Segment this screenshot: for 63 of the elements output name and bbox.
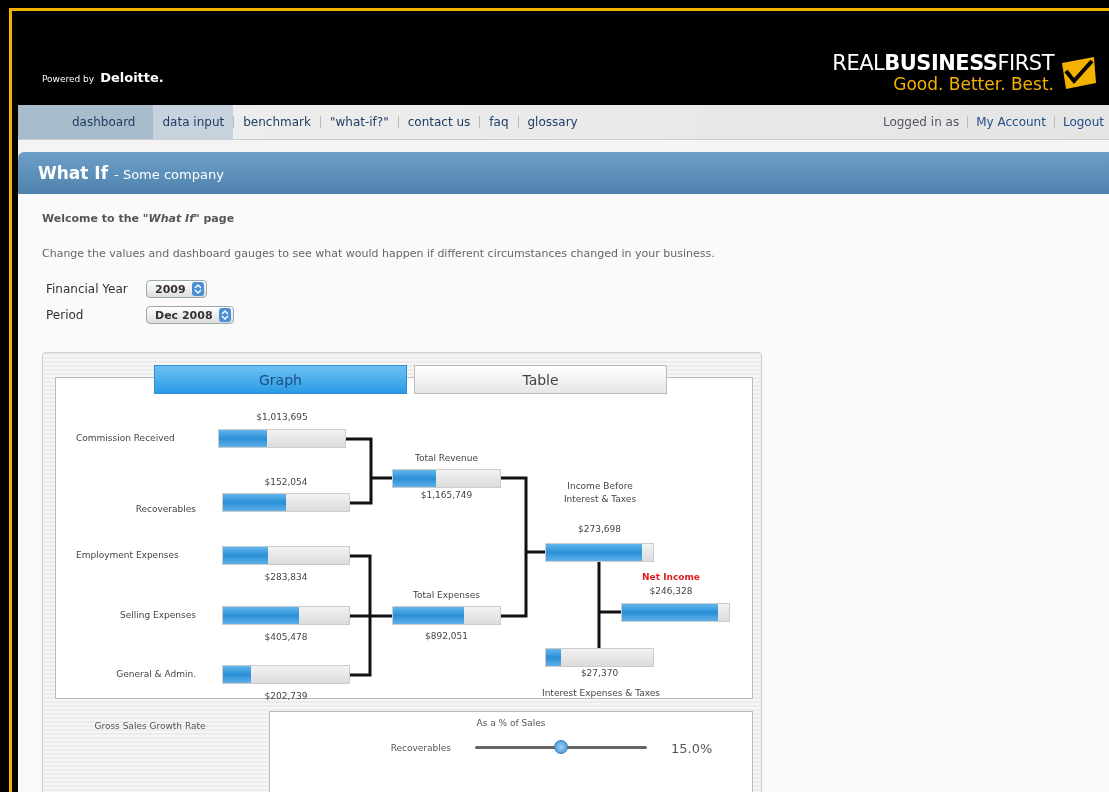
logo-tagline: Good. Better. Best. bbox=[893, 76, 1054, 93]
gauge-value: $1,165,749 bbox=[419, 489, 474, 502]
stepper-icon bbox=[191, 282, 204, 296]
gauge-label: General & Admin. bbox=[116, 668, 196, 681]
intro-text: Change the values and dashboard gauges to see what would happen if different circumstances changed in your business. bbox=[42, 247, 716, 260]
gauge-bar[interactable] bbox=[222, 665, 350, 684]
gauge-label: Selling Expenses bbox=[120, 609, 196, 622]
nav-tab[interactable]: faq bbox=[480, 105, 518, 139]
gauge-value: $283,834 bbox=[263, 571, 309, 584]
gauge-label: Recoverables bbox=[135, 503, 196, 516]
view-tab[interactable]: Table bbox=[414, 365, 667, 394]
login-status: Logged in as bbox=[882, 115, 960, 129]
nav-tab[interactable]: data input bbox=[153, 105, 234, 139]
filter-select[interactable]: 2009 bbox=[146, 280, 207, 298]
connector-line bbox=[344, 437, 394, 505]
gauge-bar[interactable] bbox=[222, 546, 350, 565]
gauge-label: Total Revenue bbox=[413, 452, 480, 465]
company-name: - Some company bbox=[114, 166, 224, 184]
page-title: What If bbox=[38, 162, 109, 185]
growth-title: Gross Sales Growth Rate bbox=[94, 721, 206, 733]
gauge-bar[interactable] bbox=[621, 603, 730, 622]
slider-reading: 15.0% bbox=[671, 740, 714, 756]
sales-share-title: As a % of Sales bbox=[476, 718, 546, 728]
percent-slider[interactable] bbox=[475, 740, 647, 756]
gauge-value: $246,328 bbox=[648, 585, 694, 598]
stepper-icon bbox=[218, 308, 231, 322]
gauge-value: $273,698 bbox=[577, 523, 622, 536]
gauge-bar[interactable] bbox=[222, 493, 350, 512]
powered-by-text: Powered by bbox=[42, 74, 95, 84]
filter-select[interactable]: Dec 2008 bbox=[146, 306, 234, 324]
gauge-label: Total Expenses bbox=[412, 589, 481, 602]
welcome-heading: Welcome to the "What If" page bbox=[42, 212, 236, 225]
gauge-bar[interactable] bbox=[392, 469, 501, 488]
filter-label: Financial Year bbox=[46, 282, 128, 296]
nav-tab[interactable]: glossary bbox=[518, 105, 587, 139]
gauge-value: $202,739 bbox=[263, 690, 309, 703]
account-link[interactable]: My Account bbox=[976, 115, 1046, 129]
filter-label: Period bbox=[46, 308, 84, 322]
gauge-value: $27,370 bbox=[579, 667, 620, 680]
slider-label: Recoverables bbox=[389, 743, 451, 753]
gauge-value: $152,054 bbox=[263, 476, 309, 489]
gauge-bar[interactable] bbox=[392, 606, 501, 625]
gauge-value: $405,478 bbox=[263, 631, 309, 644]
brand-name: Deloitte. bbox=[100, 70, 164, 85]
gauge-label: Employment Expenses bbox=[76, 549, 179, 562]
gauge-bar[interactable] bbox=[545, 543, 654, 562]
gauge-label: Net Income bbox=[641, 571, 701, 584]
slider-thumb[interactable] bbox=[554, 740, 568, 754]
nav-tab[interactable]: "what-if?" bbox=[320, 105, 398, 139]
gauge-label: Commission Received bbox=[76, 432, 175, 445]
logo-name: REALBUSINESSFIRST bbox=[832, 53, 1054, 74]
view-tab[interactable]: Graph bbox=[154, 365, 407, 394]
nav-tab[interactable]: contact us bbox=[398, 105, 480, 139]
gauge-bar[interactable] bbox=[545, 648, 654, 667]
account-link[interactable]: Logout bbox=[1062, 115, 1104, 129]
gauge-value: $1,013,695 bbox=[255, 411, 309, 424]
gauge-bar[interactable] bbox=[218, 429, 346, 448]
gauge-label: Interest Expenses & Taxes bbox=[541, 687, 661, 700]
gauge-bar[interactable] bbox=[222, 606, 350, 625]
nav-tab[interactable]: benchmark bbox=[234, 105, 320, 139]
gauge-value: $892,051 bbox=[424, 630, 469, 643]
gauge-label: Income Before Interest & Taxes bbox=[562, 480, 638, 506]
nav-tab[interactable]: dashboard bbox=[18, 105, 154, 139]
